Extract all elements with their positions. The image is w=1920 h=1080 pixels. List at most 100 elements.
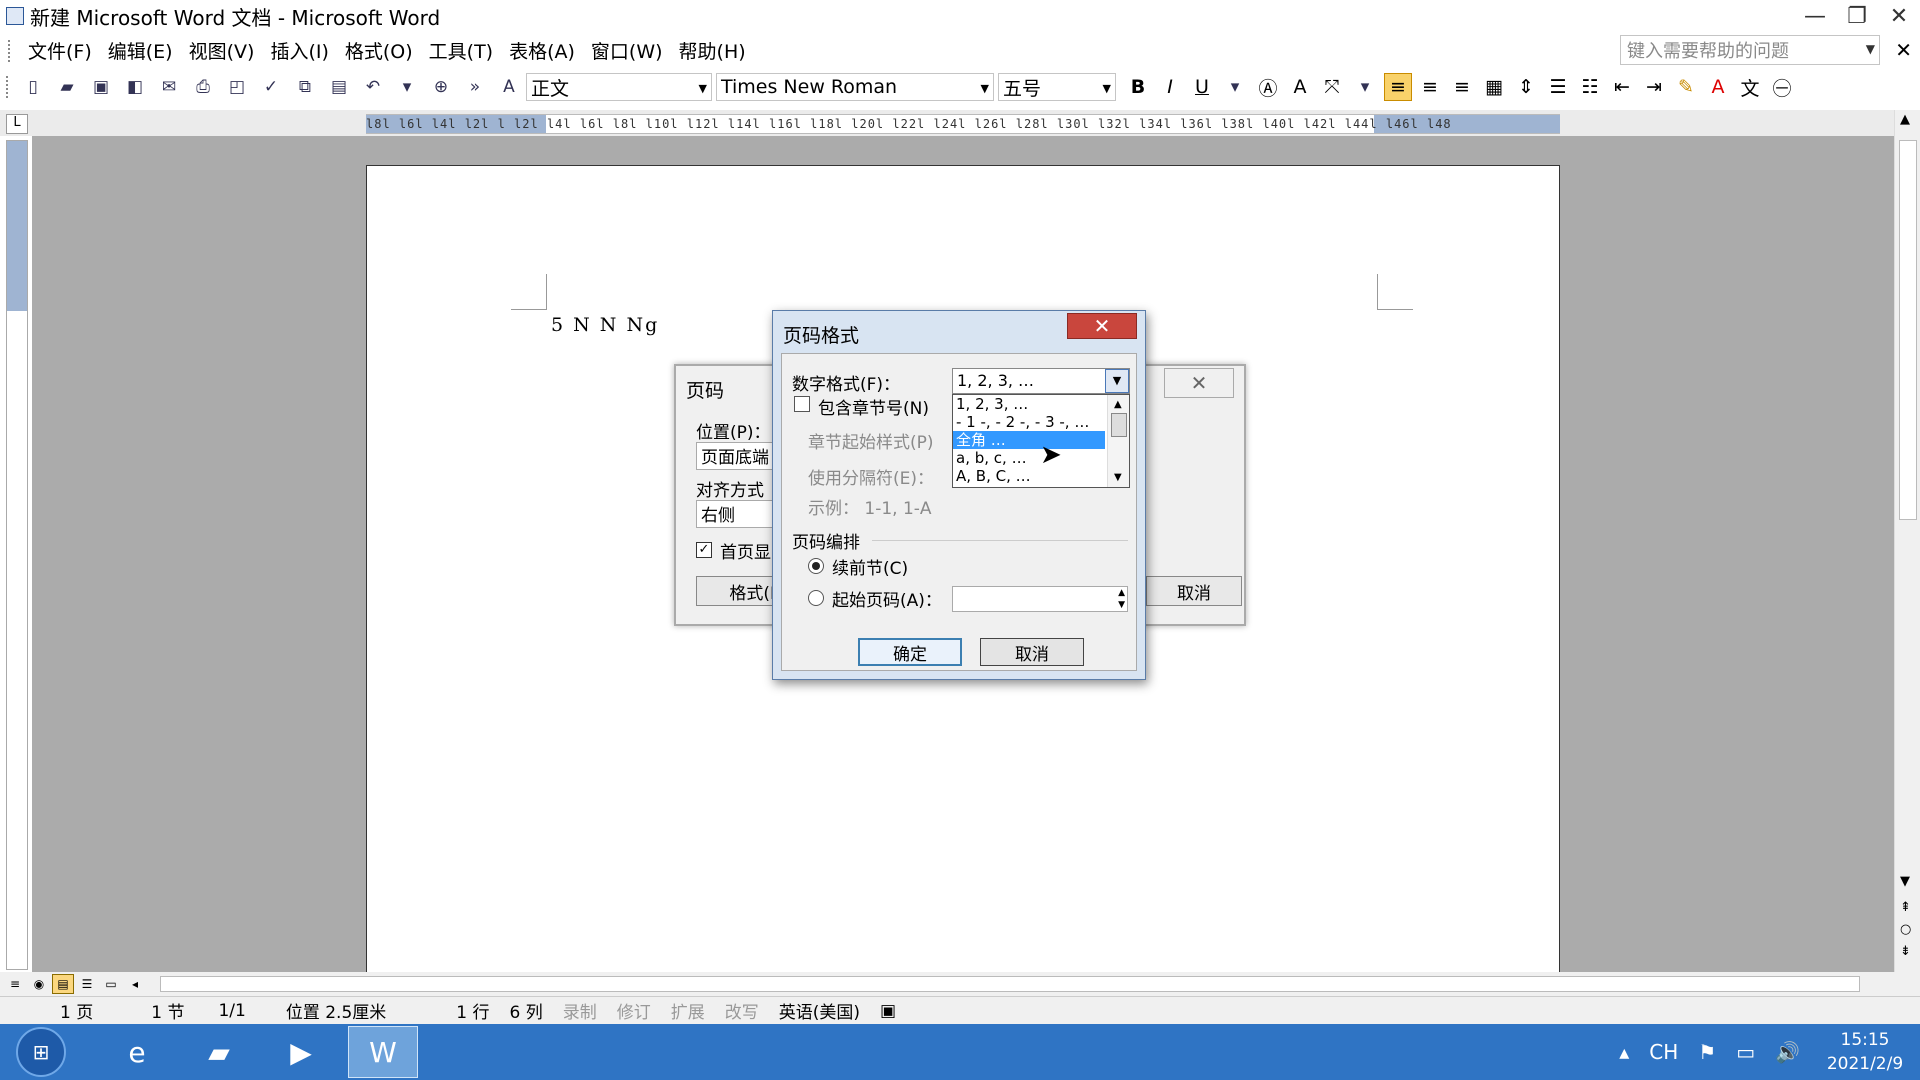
font-size-combo[interactable]: 五号 ▼ [998, 73, 1116, 101]
align-center-icon[interactable]: ≡ [1416, 73, 1444, 101]
scroll-up-icon[interactable]: ▲ [1900, 112, 1910, 127]
list-scrollbar[interactable]: ▲ ▼ [1107, 395, 1129, 487]
horizontal-scrollbar[interactable] [160, 976, 1860, 992]
ie-icon[interactable]: e [102, 1026, 172, 1078]
lang-indicator[interactable]: CH [1649, 1040, 1678, 1064]
vertical-scrollbar[interactable]: ▲ ▼ ⇞ ○ ⇟ [1894, 110, 1920, 972]
menu-view[interactable]: 视图(V) [181, 37, 263, 64]
normal-view-icon[interactable]: ≡ [4, 974, 26, 994]
email-icon[interactable]: ✉ [156, 74, 182, 100]
format-option[interactable]: a, b, c, … [953, 449, 1105, 467]
chevron-down-icon[interactable]: ▼ [981, 82, 989, 95]
menu-table[interactable]: 表格(A) [501, 37, 583, 64]
minimize-button[interactable]: — [1794, 0, 1836, 32]
vertical-ruler[interactable] [6, 140, 28, 970]
menu-format[interactable]: 格式(O) [337, 37, 421, 64]
format-option[interactable]: 1, 2, 3, … [953, 395, 1105, 413]
scroll-up-icon[interactable]: ▲ [1114, 399, 1122, 410]
chevron-down-icon[interactable]: ▼ [1105, 369, 1129, 393]
close-icon[interactable]: ✕ [1164, 368, 1234, 398]
undo-dropdown-icon[interactable]: ▾ [394, 74, 420, 100]
status-overtype[interactable]: 改写 [715, 998, 769, 1023]
close-button[interactable]: ✕ [1878, 0, 1920, 32]
help-search-box[interactable]: 键入需要帮助的问题 ▼ [1620, 35, 1880, 65]
toolbar-grip[interactable] [6, 76, 10, 98]
permission-icon[interactable]: ◧ [122, 74, 148, 100]
menu-file[interactable]: 文件(F) [20, 37, 100, 64]
menu-grip[interactable] [8, 39, 12, 62]
menu-window[interactable]: 窗口(W) [583, 37, 671, 64]
web-view-icon[interactable]: ◉ [28, 974, 50, 994]
hyperlink-icon[interactable]: ⊕ [428, 74, 454, 100]
tab-selector[interactable]: L [6, 114, 28, 134]
reading-view-icon[interactable]: ▭ [100, 974, 122, 994]
spelling-icon[interactable]: ✓ [258, 74, 284, 100]
new-document-icon[interactable]: ▯ [20, 74, 46, 100]
print-icon[interactable]: ⎙ [190, 74, 216, 100]
volume-icon[interactable]: 🔊 [1775, 1040, 1800, 1064]
menu-tools[interactable]: 工具(T) [421, 37, 501, 64]
close-document-icon[interactable]: ✕ [1895, 38, 1912, 62]
continue-prev-radio[interactable] [808, 558, 824, 574]
horizontal-ruler[interactable]: l8l l6l l4l l2l l l2l l4l l6l l8l l10l l… [366, 114, 1560, 134]
align-justify-icon[interactable]: ≡ [1384, 73, 1412, 101]
char-border-icon[interactable]: Ⓐ [1254, 73, 1282, 101]
paste-icon[interactable]: ▤ [326, 74, 352, 100]
start-button[interactable]: ⊞ [16, 1027, 66, 1077]
format-option[interactable]: A, B, C, … [953, 467, 1105, 485]
restore-button[interactable]: ❐ [1836, 0, 1878, 32]
underline-button[interactable]: U [1188, 73, 1216, 101]
italic-button[interactable]: I [1156, 73, 1184, 101]
undo-icon[interactable]: ↶ [360, 74, 386, 100]
highlight-icon[interactable]: ✎ [1672, 73, 1700, 101]
network-icon[interactable]: ▭ [1736, 1040, 1755, 1064]
status-language[interactable]: 英语(美国) [769, 998, 870, 1023]
print-view-icon[interactable]: ▤ [52, 974, 74, 994]
ok-button[interactable]: 确定 [858, 638, 962, 666]
line-spacing-icon[interactable]: ⇕ [1512, 73, 1540, 101]
scroll-left-icon[interactable]: ◂ [124, 974, 146, 994]
chevron-down-icon[interactable]: ▼ [1103, 82, 1111, 95]
clock[interactable]: 15:15 2021/2/9 [1810, 1028, 1920, 1076]
scroll-down-icon[interactable]: ▼ [1114, 472, 1122, 483]
char-scale-icon[interactable]: ⤧ [1318, 73, 1346, 101]
status-track[interactable]: 修订 [607, 998, 661, 1023]
media-player-icon[interactable]: ▶ [266, 1026, 336, 1078]
increase-indent-icon[interactable]: ⇥ [1640, 73, 1668, 101]
close-icon[interactable]: ✕ [1067, 313, 1137, 339]
word-app-icon[interactable] [6, 7, 24, 25]
start-at-radio[interactable] [808, 590, 824, 606]
cancel-button[interactable]: 取消 [1146, 576, 1242, 606]
print-preview-icon[interactable]: ◰ [224, 74, 250, 100]
number-format-combo[interactable]: 1, 2, 3, … ▼ [952, 368, 1130, 394]
align-right-icon[interactable]: ≡ [1448, 73, 1476, 101]
menu-help[interactable]: 帮助(H) [671, 37, 754, 64]
toolbar-options-icon[interactable]: » [462, 74, 488, 100]
word-task-icon[interactable]: W [348, 1026, 418, 1078]
prev-page-icon[interactable]: ⇞ [1900, 900, 1911, 915]
format-option[interactable]: - 1 -, - 2 -, - 3 -, … [953, 413, 1105, 431]
include-chapter-checkbox[interactable] [794, 396, 810, 412]
spin-down-icon[interactable]: ▼ [1118, 600, 1125, 610]
browse-object-icon[interactable]: ○ [1900, 922, 1911, 937]
next-page-icon[interactable]: ⇟ [1900, 944, 1911, 959]
status-extend[interactable]: 扩展 [661, 998, 715, 1023]
menu-insert[interactable]: 插入(I) [262, 37, 336, 64]
style-combo[interactable]: 正文 ▼ [526, 73, 712, 101]
cancel-button[interactable]: 取消 [980, 638, 1084, 666]
outline-view-icon[interactable]: ☰ [76, 974, 98, 994]
bold-button[interactable]: B [1124, 73, 1152, 101]
copy-icon[interactable]: ⧉ [292, 74, 318, 100]
decrease-indent-icon[interactable]: ⇤ [1608, 73, 1636, 101]
explorer-icon[interactable]: ▰ [184, 1026, 254, 1078]
styles-icon[interactable]: A [496, 74, 522, 100]
scroll-down-icon[interactable]: ▼ [1900, 874, 1910, 889]
font-combo[interactable]: Times New Roman ▼ [716, 73, 994, 101]
spin-up-icon[interactable]: ▲ [1118, 588, 1125, 598]
list-scroll-thumb[interactable] [1111, 413, 1127, 437]
char-scale-dropdown-icon[interactable]: ▾ [1352, 74, 1378, 100]
numbering-icon[interactable]: ☰ [1544, 73, 1572, 101]
phonetic-icon[interactable]: 文 [1736, 73, 1764, 101]
font-color-icon[interactable]: A [1704, 73, 1732, 101]
bullets-icon[interactable]: ☷ [1576, 73, 1604, 101]
